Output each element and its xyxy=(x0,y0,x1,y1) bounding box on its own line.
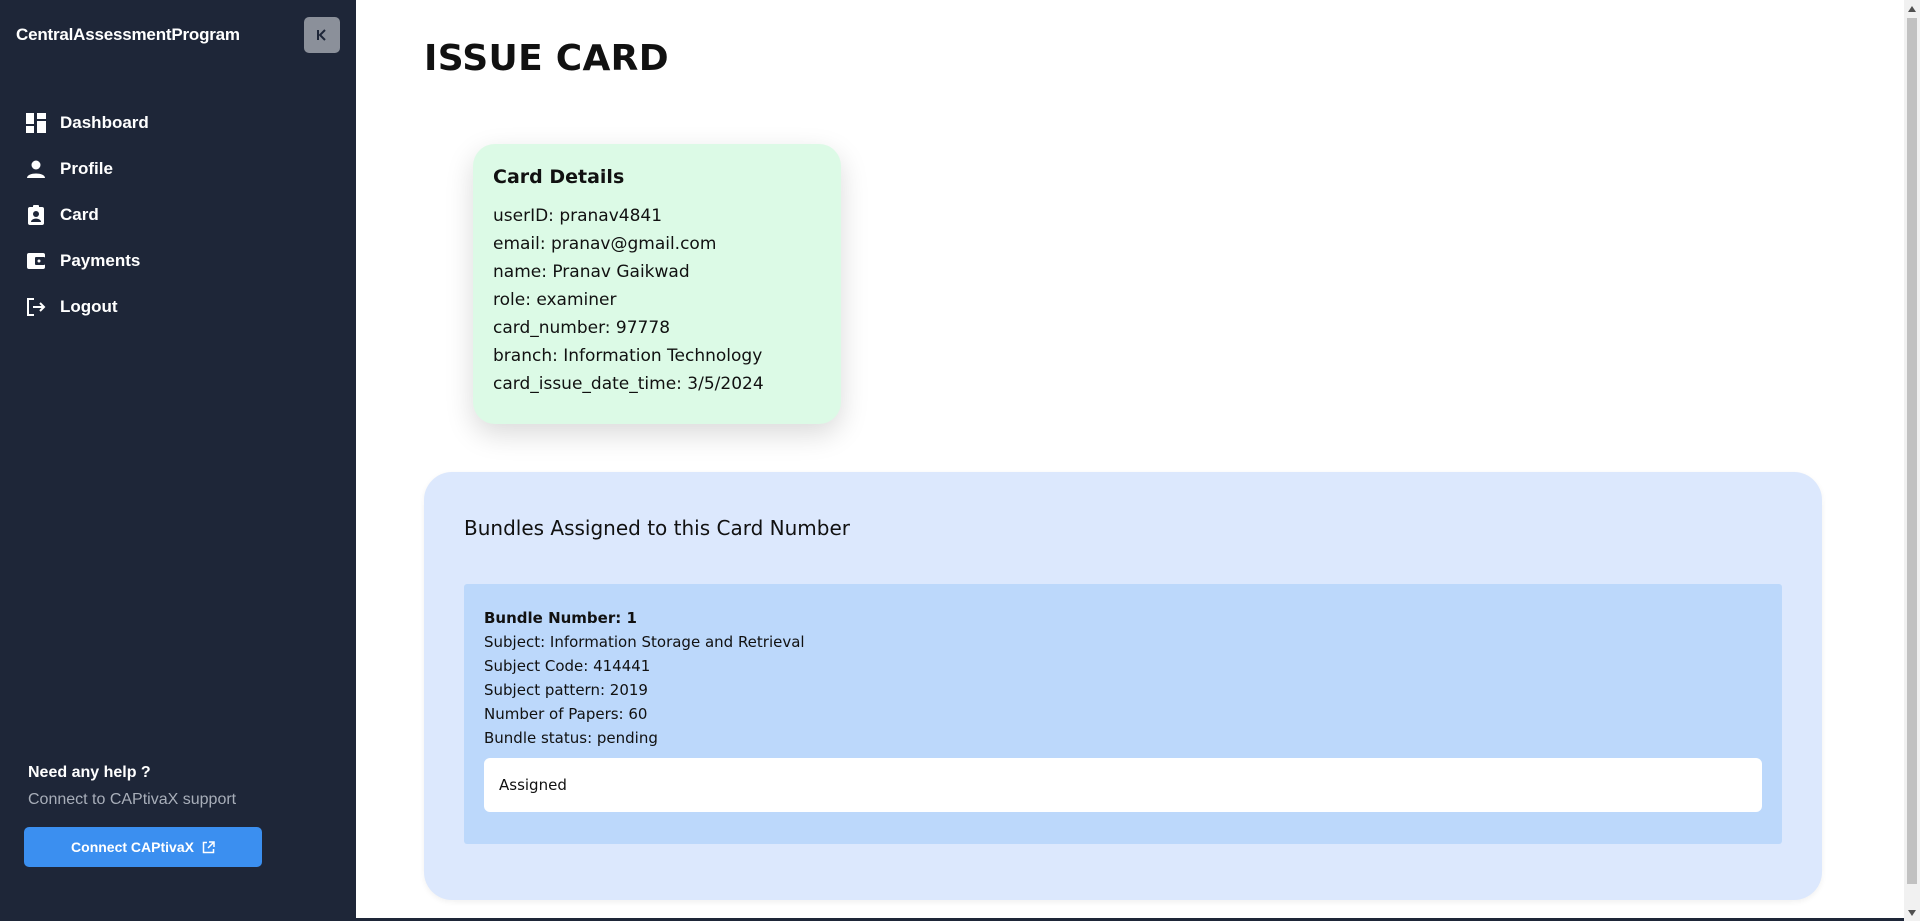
card-details-title: Card Details xyxy=(493,166,625,188)
sidebar-item-payments[interactable]: Payments xyxy=(0,238,356,284)
card-issue-date: card_issue_date_time: 3/5/2024 xyxy=(493,374,764,394)
sidebar-nav: Dashboard Profile Card Payments Logout xyxy=(0,100,356,330)
sidebar-item-label: Dashboard xyxy=(60,113,149,132)
bundles-panel: Bundles Assigned to this Card Number Bun… xyxy=(424,472,1822,900)
help-section: Need any help ? Connect to CAPtivaX supp… xyxy=(28,764,236,809)
bundle-item: Bundle Number: 1 Subject: Information St… xyxy=(464,584,1782,844)
scroll-down-arrow-icon[interactable] xyxy=(1904,904,1920,921)
collapse-icon xyxy=(317,29,326,41)
bundle-subject-pattern: Subject pattern: 2019 xyxy=(484,681,648,699)
badge-icon xyxy=(25,204,47,226)
bundle-number: Bundle Number: 1 xyxy=(484,609,637,627)
app-title: CentralAssessmentProgram xyxy=(16,25,240,44)
sidebar-item-logout[interactable]: Logout xyxy=(0,284,356,330)
card-name: name: Pranav Gaikwad xyxy=(493,262,690,282)
person-icon xyxy=(25,158,47,180)
help-title: Need any help ? xyxy=(28,764,151,781)
bundle-paper-count: Number of Papers: 60 xyxy=(484,705,648,723)
wallet-icon xyxy=(25,250,47,272)
connect-support-button[interactable]: Connect CAPtivaX xyxy=(24,827,262,867)
sidebar-item-label: Logout xyxy=(60,297,118,316)
card-number: card_number: 97778 xyxy=(493,318,671,338)
bundle-status: Bundle status: pending xyxy=(484,729,658,747)
page-scrollbar[interactable] xyxy=(1904,0,1920,921)
logout-icon xyxy=(25,296,47,318)
bundle-assigned-field: Assigned xyxy=(484,758,1762,812)
scrollbar-thumb[interactable] xyxy=(1907,18,1917,884)
scroll-up-arrow-icon[interactable] xyxy=(1904,0,1920,17)
dashboard-icon xyxy=(25,112,47,134)
bundle-subject: Subject: Information Storage and Retriev… xyxy=(484,633,805,651)
card-role: role: examiner xyxy=(493,290,617,310)
card-email: email: pranav@gmail.com xyxy=(493,234,717,254)
sidebar-item-label: Profile xyxy=(60,159,113,178)
connect-button-label: Connect CAPtivaX xyxy=(71,839,194,855)
sidebar-item-dashboard[interactable]: Dashboard xyxy=(0,100,356,146)
bundles-heading: Bundles Assigned to this Card Number xyxy=(464,516,850,540)
sidebar: CentralAssessmentProgram Dashboard Profi… xyxy=(0,0,356,921)
sidebar-item-card[interactable]: Card xyxy=(0,192,356,238)
collapse-sidebar-button[interactable] xyxy=(304,17,340,53)
sidebar-item-label: Payments xyxy=(60,251,141,270)
sidebar-item-label: Card xyxy=(60,205,99,224)
card-userid: userID: pranav4841 xyxy=(493,206,663,226)
page-title: ISSUE CARD xyxy=(424,38,669,79)
bundle-subject-code: Subject Code: 414441 xyxy=(484,657,651,675)
sidebar-item-profile[interactable]: Profile xyxy=(0,146,356,192)
main-content: ISSUE CARD Card Details userID: pranav48… xyxy=(356,0,1904,921)
card-details-panel: Card Details userID: pranav4841 email: p… xyxy=(473,144,841,424)
card-branch: branch: Information Technology xyxy=(493,346,763,366)
help-subtitle: Connect to CAPtivaX support xyxy=(28,791,237,808)
external-link-icon xyxy=(202,840,215,853)
